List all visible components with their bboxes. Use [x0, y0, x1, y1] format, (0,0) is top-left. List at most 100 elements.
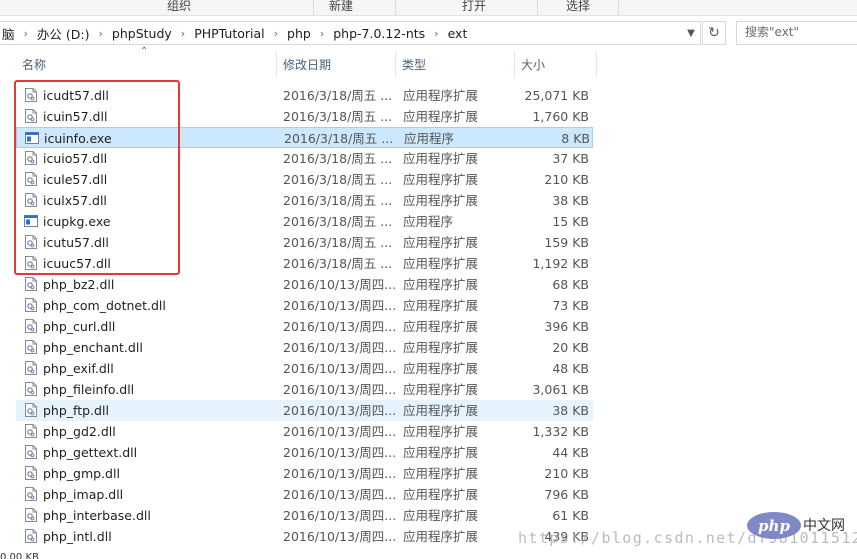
file-modified-date: 2016/10/13/周四... [283, 508, 397, 523]
file-row[interactable]: php_enchant.dll 2016/10/13/周四... 应用程序扩展 20 … [16, 337, 593, 358]
file-size: 37 KB [552, 151, 589, 166]
file-row[interactable]: php_bz2.dll 2016/10/13/周四... 应用程序扩展 68 KB [16, 274, 593, 295]
ribbon-group-new[interactable]: 新建 [329, 0, 353, 15]
exe-file-icon [24, 215, 38, 229]
file-row[interactable]: icuio57.dll 2016/3/18/周五 ... 应用程序扩展 37 KB [16, 148, 593, 169]
file-name: php_gettext.dll [43, 445, 138, 460]
file-name: php_com_dotnet.dll [43, 298, 166, 313]
file-type: 应用程序扩展 [403, 277, 479, 292]
file-type: 应用程序扩展 [403, 172, 479, 187]
dll-file-icon [25, 445, 37, 459]
breadcrumb-prefix[interactable]: 脑 [0, 24, 17, 43]
dll-file-icon [25, 298, 37, 312]
file-type: 应用程序 [404, 131, 455, 146]
file-modified-date: 2016/10/13/周四... [283, 319, 397, 334]
column-header-type[interactable]: 类型 [396, 52, 514, 78]
breadcrumb-segment[interactable]: 办公 (D:) [35, 24, 92, 43]
file-type: 应用程序扩展 [403, 88, 479, 103]
file-row[interactable]: php_interbase.dll 2016/10/13/周四... 应用程序扩展 6… [16, 505, 593, 526]
breadcrumb-chevron-icon[interactable]: › [92, 27, 110, 40]
file-name: php_enchant.dll [43, 340, 143, 355]
file-name: icuinfo.exe [44, 131, 112, 146]
dll-file-icon [25, 382, 37, 396]
breadcrumb-chevron-icon[interactable]: › [17, 27, 35, 40]
dll-file-icon [25, 277, 37, 291]
breadcrumb-chevron-icon[interactable]: › [267, 27, 285, 40]
file-type: 应用程序扩展 [403, 361, 479, 376]
chevron-down-icon[interactable]: ▼ [683, 22, 699, 44]
file-type: 应用程序扩展 [403, 424, 479, 439]
column-header-size[interactable]: 大小 [515, 52, 595, 78]
dll-file-icon [25, 235, 37, 249]
dll-file-icon [25, 109, 37, 123]
file-modified-date: 2016/10/13/周四... [283, 361, 397, 376]
column-header-date[interactable]: 修改日期 [277, 52, 395, 78]
file-modified-date: 2016/3/18/周五 ... [283, 172, 393, 187]
search-box[interactable] [736, 21, 857, 45]
file-name: php_intl.dll [43, 529, 112, 544]
file-type: 应用程序扩展 [403, 508, 479, 523]
ribbon-group-organize[interactable]: 组织 [167, 0, 191, 15]
column-divider[interactable] [596, 52, 597, 78]
file-row[interactable]: php_gettext.dll 2016/10/13/周四... 应用程序扩展 44 … [16, 442, 593, 463]
breadcrumb-chevron-icon[interactable]: › [174, 27, 192, 40]
file-row[interactable]: icuuc57.dll 2016/3/18/周五 ... 应用程序扩展 1,192 K… [16, 253, 593, 274]
file-name: php_bz2.dll [43, 277, 115, 292]
file-row[interactable]: php_ftp.dll 2016/10/13/周四... 应用程序扩展 38 KB [16, 400, 593, 421]
file-row[interactable]: php_imap.dll 2016/10/13/周四... 应用程序扩展 796 KB [16, 484, 593, 505]
file-row[interactable]: php_curl.dll 2016/10/13/周四... 应用程序扩展 396 KB [16, 316, 593, 337]
file-name: php_imap.dll [43, 487, 124, 502]
file-row[interactable]: icuinfo.exe 2016/3/18/周五 ... 应用程序 8 KB [16, 127, 593, 148]
status-bar-text: 0.00 KB [0, 552, 39, 559]
file-size: 210 KB [544, 172, 589, 187]
file-size: 8 KB [561, 131, 590, 146]
file-row[interactable]: icupkg.exe 2016/3/18/周五 ... 应用程序 15 KB [16, 211, 593, 232]
file-type: 应用程序扩展 [403, 256, 479, 271]
file-row[interactable]: icudt57.dll 2016/3/18/周五 ... 应用程序扩展 25,071 … [16, 85, 593, 106]
file-type: 应用程序扩展 [403, 319, 479, 334]
file-modified-date: 2016/10/13/周四... [283, 424, 397, 439]
column-header-name[interactable]: 名称 [16, 52, 276, 78]
breadcrumb-segment[interactable]: php [285, 26, 313, 41]
file-type: 应用程序扩展 [403, 193, 479, 208]
file-row[interactable]: icuin57.dll 2016/3/18/周五 ... 应用程序扩展 1,760 K… [16, 106, 593, 127]
breadcrumb-segment[interactable]: phpStudy [110, 26, 174, 41]
ribbon-group-select[interactable]: 选择 [566, 0, 590, 15]
file-name: icuuc57.dll [43, 256, 111, 271]
file-row[interactable]: icule57.dll 2016/3/18/周五 ... 应用程序扩展 210 KB [16, 169, 593, 190]
file-modified-date: 2016/3/18/周五 ... [283, 256, 393, 271]
ribbon-group-open[interactable]: 打开 [462, 0, 486, 15]
file-name: icuin57.dll [43, 109, 108, 124]
address-bar[interactable]: 脑 › 办公 (D:) › phpStudy › PHPTutorial › php › php-… [0, 21, 701, 45]
breadcrumb-chevron-icon[interactable]: › [427, 27, 445, 40]
dll-file-icon [25, 193, 37, 207]
dll-file-icon [25, 487, 37, 501]
file-row[interactable]: iculx57.dll 2016/3/18/周五 ... 应用程序扩展 38 KB [16, 190, 593, 211]
file-size: 48 KB [552, 361, 589, 376]
file-row[interactable]: php_exif.dll 2016/10/13/周四... 应用程序扩展 48 KB [16, 358, 593, 379]
search-input[interactable] [737, 22, 855, 42]
file-row[interactable]: php_gd2.dll 2016/10/13/周四... 应用程序扩展 1,332 K… [16, 421, 593, 442]
file-row[interactable]: php_com_dotnet.dll 2016/10/13/周四... 应用程序扩展… [16, 295, 593, 316]
file-name: php_curl.dll [43, 319, 116, 334]
file-row[interactable]: icutu57.dll 2016/3/18/周五 ... 应用程序扩展 159 KB [16, 232, 593, 253]
file-size: 1,332 KB [532, 424, 589, 439]
file-modified-date: 2016/3/18/周五 ... [283, 193, 393, 208]
file-row[interactable]: php_fileinfo.dll 2016/10/13/周四... 应用程序扩展 3,… [16, 379, 593, 400]
address-row: 脑 › 办公 (D:) › phpStudy › PHPTutorial › php › php-… [0, 20, 857, 46]
breadcrumb-chevron-icon[interactable]: › [313, 27, 331, 40]
file-row[interactable]: php_gmp.dll 2016/10/13/周四... 应用程序扩展 210 KB [16, 463, 593, 484]
file-size: 25,071 KB [524, 88, 589, 103]
breadcrumb-segment[interactable]: ext [446, 26, 470, 41]
file-name: php_gmp.dll [43, 466, 120, 481]
breadcrumb-segment[interactable]: php-7.0.12-nts [331, 26, 427, 41]
refresh-icon[interactable]: ↻ [702, 21, 726, 45]
file-type: 应用程序扩展 [403, 382, 479, 397]
file-size: 1,192 KB [532, 256, 589, 271]
breadcrumb-segment[interactable]: PHPTutorial [192, 26, 266, 41]
file-size: 15 KB [552, 214, 589, 229]
file-row[interactable]: php_intl.dll 2016/10/13/周四... 应用程序扩展 439 KB [16, 526, 593, 547]
dll-file-icon [25, 361, 37, 375]
file-modified-date: 2016/10/13/周四... [283, 277, 397, 292]
file-size: 396 KB [544, 319, 589, 334]
